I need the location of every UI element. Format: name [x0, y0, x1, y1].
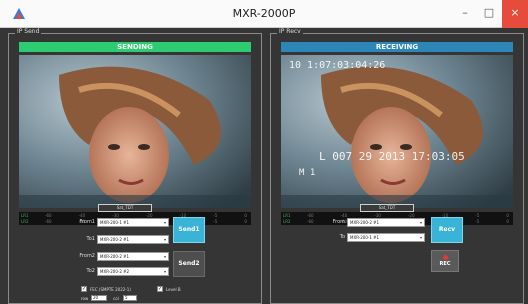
chevron-down-icon: ▾: [163, 254, 166, 259]
chevron-down-icon: ▾: [163, 269, 166, 274]
send2-button[interactable]: Send2: [173, 251, 205, 277]
recv-from-select[interactable]: MXR-200-2 #1 ▾: [347, 218, 425, 227]
meter-row2-label: LR2: [283, 219, 291, 224]
meter-tick: -40: [78, 213, 86, 218]
meter-tick: 0: [506, 213, 509, 218]
meter-tick: 0: [244, 219, 247, 224]
col-input[interactable]: 5: [123, 295, 137, 301]
meter-tick: -5: [475, 213, 480, 218]
recv-to-label: To: [339, 234, 345, 240]
recv-button[interactable]: Recv: [431, 217, 463, 243]
record-dot-icon: [442, 255, 448, 260]
send-timestamp: Sat_TDT: [98, 204, 152, 212]
window-title: MXR-2000P: [232, 7, 296, 20]
sending-banner: SENDING: [19, 42, 251, 52]
rec-button[interactable]: REC: [431, 250, 459, 272]
from2-value: MXR-200-2 #1: [100, 254, 130, 259]
ip-recv-label: IP Recv: [277, 28, 303, 35]
meter-row2-label: LR2: [21, 219, 29, 224]
meter-tick: 0: [506, 219, 509, 224]
recv-to-value: MXR-200-1 #1: [350, 235, 380, 240]
from1-label: From1: [79, 219, 95, 225]
ip-send-label: IP Send: [15, 28, 42, 35]
chevron-down-icon: ▾: [419, 220, 422, 225]
recv-to-select[interactable]: MXR-200-1 #1 ▾: [347, 233, 425, 242]
chevron-down-icon: ▾: [163, 220, 166, 225]
from2-select[interactable]: MXR-200-2 #1 ▾: [97, 252, 169, 261]
meter-tick: -60: [307, 213, 314, 218]
meter-tick: -60: [45, 213, 52, 218]
meter-tick: -5: [213, 213, 218, 218]
to2-label: To2: [86, 268, 95, 274]
recv-timestamp: Sat_TDT: [360, 204, 414, 212]
to2-value: MXR-200-2 #2: [100, 269, 130, 274]
maximize-button[interactable]: □: [478, 0, 500, 28]
send-video-preview: [19, 55, 251, 208]
ip-send-group: IP Send SENDING LR1 LR2 -60 -40 -30 -20 …: [8, 28, 262, 304]
recv-overlay-marker: M 1: [299, 168, 316, 178]
level-b-checkbox[interactable]: ✓: [157, 286, 163, 292]
from2-label: From2: [79, 253, 95, 259]
row-input[interactable]: 20: [91, 295, 107, 301]
ip-recv-group: IP Recv RECEIVING 10 1:07:03:04:26 L 007…: [270, 28, 524, 304]
from1-value: MXR-200-1 #1: [100, 220, 130, 225]
level-b-label: Level B: [166, 287, 181, 292]
meter-tick: -5: [213, 219, 218, 224]
col-label: col: [113, 296, 119, 301]
close-button[interactable]: ×: [502, 0, 528, 28]
title-bar: MXR-2000P – □ ×: [0, 0, 528, 28]
recv-overlay-datetime: L 007 29 2013 17:03:05: [319, 150, 465, 163]
fec-label: FEC (SMPTE 2022-1): [90, 287, 131, 292]
row-label: row: [81, 296, 89, 301]
to1-select[interactable]: MXR-200-2 #1 ▾: [97, 235, 169, 244]
recv-from-value: MXR-200-2 #1: [350, 220, 380, 225]
rec-label: REC: [439, 261, 451, 267]
send1-button[interactable]: Send1: [173, 217, 205, 243]
meter-tick: -5: [475, 219, 480, 224]
recv-video-preview: [281, 55, 513, 208]
app-window: MXR-2000P – □ × IP Send SENDING LR1 LR2 …: [0, 0, 528, 304]
to1-value: MXR-200-2 #1: [100, 237, 130, 242]
to1-label: To1: [86, 236, 95, 242]
fec-checkbox[interactable]: ✓: [81, 286, 87, 292]
recv-overlay-timecode: 10 1:07:03:04:26: [289, 60, 386, 71]
meter-row1-label: LR1: [283, 213, 291, 218]
meter-tick: -60: [307, 219, 314, 224]
meter-tick: 0: [244, 213, 247, 218]
minimize-button[interactable]: –: [454, 0, 476, 28]
recv-from-label: From: [332, 219, 345, 225]
meter-row1-label: LR1: [21, 213, 29, 218]
to2-select[interactable]: MXR-200-2 #2 ▾: [97, 267, 169, 276]
chevron-down-icon: ▾: [419, 235, 422, 240]
meter-tick: -60: [45, 219, 52, 224]
chevron-down-icon: ▾: [163, 237, 166, 242]
from1-select[interactable]: MXR-200-1 #1 ▾: [97, 218, 169, 227]
receiving-banner: RECEIVING: [281, 42, 513, 52]
